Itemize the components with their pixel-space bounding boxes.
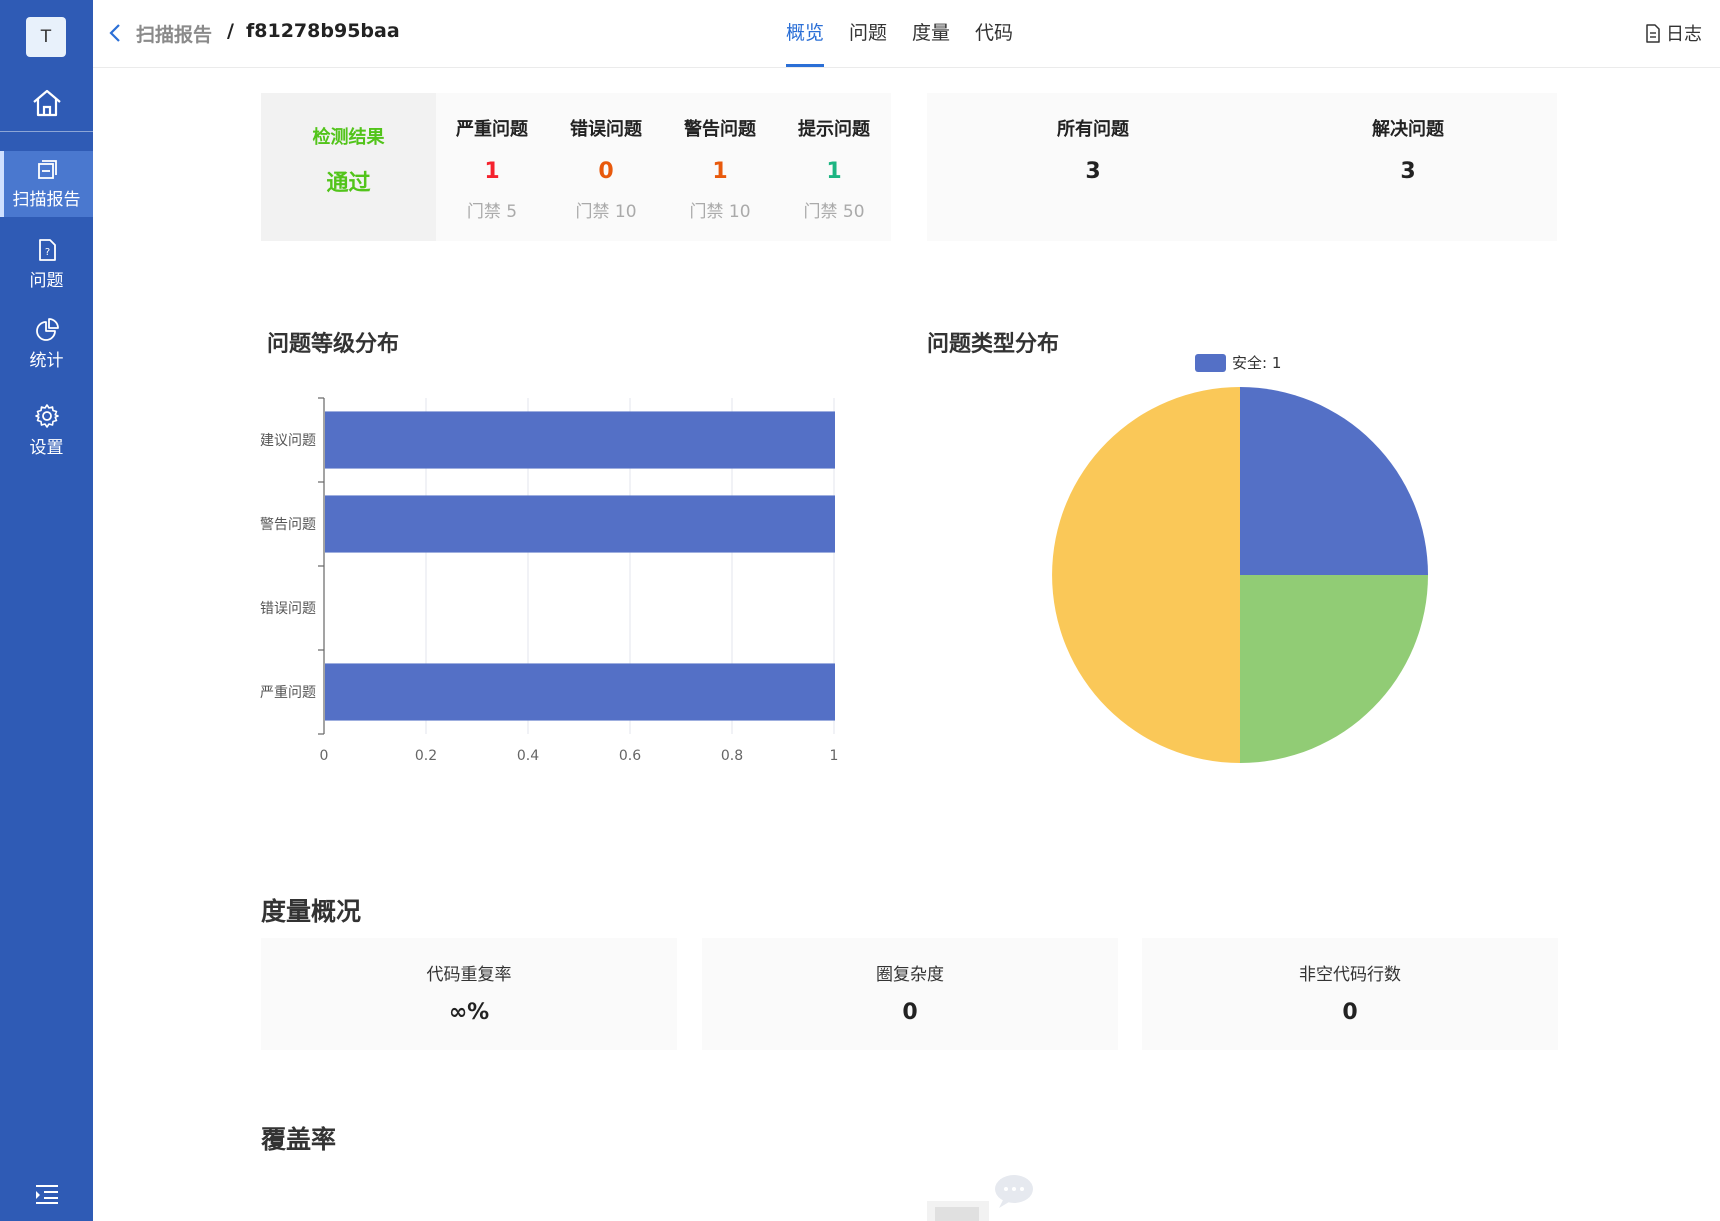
breadcrumb-separator: / [227,20,234,42]
sidebar-item-issues[interactable]: ? 问题 [0,231,93,297]
chevron-left-icon [109,24,120,42]
empty-state-icon [927,1175,1033,1221]
metric-card-lines: 非空代码行数 0 [1142,938,1558,1050]
severity-hint: 提示问题 1 门禁 50 [777,93,891,241]
total-all-issues: 所有问题 3 [943,93,1243,241]
bar[interactable] [325,411,835,469]
type-pie-chart [1052,387,1428,763]
severity-critical: 严重问题 1 门禁 5 [435,93,549,241]
total-resolved-issues: 解决问题 3 [1258,93,1558,241]
total-count: 3 [1085,159,1101,184]
severity-count: 1 [712,159,728,184]
metric-card-complexity: 圈复杂度 0 [702,938,1118,1050]
category-label: 建议问题 [260,433,316,449]
report-icon [37,159,57,179]
home-button[interactable] [0,78,93,128]
metric-value: 0 [1342,1000,1358,1025]
sidebar-collapse-button[interactable] [34,1183,60,1209]
issue-file-icon: ? [38,238,56,261]
sidebar-item-statistics[interactable]: 统计 [0,311,93,377]
result-label: 检测结果 [312,127,385,148]
tab-overview[interactable]: 概览 [786,0,825,67]
breadcrumb-current: f81278b95baa [246,20,400,42]
severity-label: 严重问题 [456,119,528,140]
svg-text:?: ? [44,247,49,258]
sidebar-item-label: 设置 [29,437,64,458]
severity-label: 错误问题 [570,119,642,140]
severity-warning: 警告问题 1 门禁 10 [663,93,777,241]
severity-label: 警告问题 [684,119,756,140]
level-chart-title: 问题等级分布 [267,332,400,357]
severity-error: 错误问题 0 门禁 10 [549,93,663,241]
category-label: 警告问题 [260,517,316,533]
back-button[interactable] [107,22,123,48]
tab-metrics[interactable]: 度量 [912,0,950,67]
tab-code[interactable]: 代码 [975,0,1013,67]
sidebar-item-scan-report[interactable]: 扫描报告 [0,151,93,217]
x-tick-label: 0.2 [415,748,437,764]
gear-icon [34,403,59,428]
severity-count: 0 [598,159,614,184]
result-status: 通过 [326,171,371,196]
x-tick-label: 1 [830,748,839,764]
severity-gate: 门禁 10 [575,202,637,222]
pie-slice[interactable] [1052,387,1240,763]
metric-label: 代码重复率 [426,965,512,985]
avatar[interactable]: T [26,17,66,57]
x-tick-label: 0.6 [619,748,641,764]
severity-label: 提示问题 [798,119,870,140]
pie-slice[interactable] [1240,575,1428,763]
pie-slice[interactable] [1240,387,1428,575]
home-icon [32,89,61,117]
metric-label: 圈复杂度 [876,965,944,985]
breadcrumb-parent[interactable]: 扫描报告 [136,20,212,47]
severity-count: 1 [826,159,842,184]
bar[interactable] [325,663,835,721]
sidebar-item-label: 统计 [29,350,64,371]
top-header: 扫描报告 / f81278b95baa 概览 问题 度量 代码 日志 [93,0,1720,68]
log-button[interactable]: 日志 [1645,20,1702,46]
total-label: 所有问题 [1057,119,1129,140]
pie-chart-icon [35,317,59,341]
avatar-letter: T [40,27,52,47]
total-count: 3 [1400,159,1416,184]
metric-value: ∞% [448,1000,490,1025]
severity-gate: 门禁 5 [466,202,518,222]
sidebar-item-settings[interactable]: 设置 [0,397,93,463]
bar[interactable] [325,495,835,553]
sidebar: T 扫描报告 ? 问题 统计 设置 [0,0,93,1221]
menu-collapse-icon [36,1185,58,1204]
metrics-section-title: 度量概况 [261,897,362,926]
result-summary: 检测结果 通过 [261,93,436,241]
category-label: 严重问题 [260,685,316,701]
scan-result-card: 检测结果 通过 严重问题 1 门禁 5 错误问题 0 门禁 10 警告问题 1 … [261,93,891,241]
metric-card-duplication: 代码重复率 ∞% [261,938,677,1050]
document-icon [1646,23,1660,43]
x-tick-label: 0 [320,748,329,764]
sidebar-divider [0,131,93,132]
severity-gate: 门禁 10 [689,202,751,222]
tab-bar: 概览 问题 度量 代码 [786,0,1038,67]
x-tick-label: 0.4 [517,748,539,764]
coverage-section-title: 覆盖率 [261,1125,337,1154]
issue-totals-card: 所有问题 3 解决问题 3 [927,93,1557,241]
total-label: 解决问题 [1372,119,1444,140]
tab-issues[interactable]: 问题 [849,0,887,67]
metric-value: 0 [902,1000,918,1025]
level-bar-chart: 0 0.2 0.4 0.6 0.8 1 严重问题 错误问题 警告问题 建议问题 [260,397,839,764]
sidebar-item-label: 扫描报告 [12,189,81,210]
log-label: 日志 [1666,24,1702,45]
x-tick-label: 0.8 [721,748,743,764]
sidebar-item-label: 问题 [29,270,64,291]
severity-gate: 门禁 50 [803,202,865,222]
severity-count: 1 [484,159,500,184]
metric-label: 非空代码行数 [1299,965,1401,985]
category-label: 错误问题 [260,601,316,617]
